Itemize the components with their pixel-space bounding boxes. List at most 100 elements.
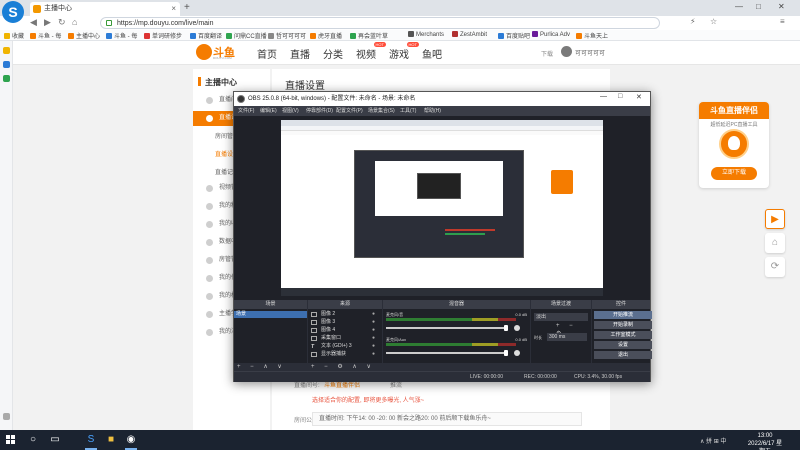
settings-button[interactable]: 设置: [594, 341, 652, 349]
start-recording-button[interactable]: 开始录制: [594, 321, 652, 329]
clock-icon[interactable]: [3, 75, 10, 82]
nav-home[interactable]: 首页: [257, 46, 277, 61]
cpu-status: CPU: 3.4%, 30.00 fps: [574, 374, 623, 380]
source-item[interactable]: 图像 2 ●: [311, 311, 375, 318]
task-view-icon[interactable]: ▭: [48, 433, 62, 447]
promo-download-button[interactable]: 立即下载: [711, 167, 757, 180]
bookmark-item[interactable]: 单词研修步: [144, 31, 182, 40]
url-text[interactable]: https://mp.douyu.com/live/main: [117, 18, 214, 29]
volume-slider[interactable]: [386, 350, 508, 356]
bookmark-item[interactable]: 问鼎CC直播: [226, 31, 267, 40]
bookmark-item[interactable]: ZestAmbit: [452, 31, 487, 38]
obs-window[interactable]: OBS 25.0.8 (64-bit, windows) - 配置文件: 未命名…: [233, 91, 652, 382]
nav-yuba[interactable]: 鱼吧: [422, 46, 442, 61]
douyu-logo[interactable]: 斗鱼 DOUYU.COM: [196, 43, 238, 61]
refresh-icon[interactable]: ↻: [58, 17, 66, 28]
bookmark-item[interactable]: Merchants: [408, 31, 444, 38]
download-link[interactable]: 下载: [541, 49, 553, 58]
menu-dot-icon: [206, 257, 213, 264]
obs-menu-edit[interactable]: 编辑(E): [260, 107, 277, 114]
search-icon[interactable]: ○: [26, 433, 40, 447]
refresh-icon[interactable]: ⟳: [765, 257, 785, 277]
file-explorer-icon[interactable]: ■: [104, 433, 118, 447]
obs-titlebar[interactable]: OBS 25.0.8 (64-bit, windows) - 配置文件: 未命名…: [234, 92, 650, 106]
home-icon[interactable]: ⌂: [72, 17, 77, 27]
bookmark-item[interactable]: 哲可可可可: [268, 31, 306, 40]
nav-game[interactable]: 游戏 HOT: [389, 42, 419, 61]
source-item[interactable]: 图像 3 ●: [311, 319, 375, 326]
settings-icon[interactable]: [3, 413, 10, 420]
bookmark-item[interactable]: 再会蓝叶草: [350, 31, 388, 40]
windows-start-icon[interactable]: [6, 435, 16, 445]
forward-icon[interactable]: ▶: [44, 17, 51, 28]
obs-menu-docks[interactable]: 停靠部件(D): [306, 107, 333, 114]
exit-button[interactable]: 退出: [594, 351, 652, 359]
browser-taskbar-icon[interactable]: S: [84, 433, 98, 450]
studio-mode-button[interactable]: 工作室模式: [594, 331, 652, 339]
bookmark-item[interactable]: 虎牙直播: [310, 31, 342, 40]
duration-input[interactable]: 300 ms: [547, 333, 587, 341]
nav-video[interactable]: 视频 HOT: [356, 42, 386, 61]
companion-promo-card[interactable]: 斗鱼直播伴侣 超低延迟PC直播工具 立即下载: [699, 102, 769, 188]
new-tab-button[interactable]: +: [184, 2, 190, 13]
transition-toolbar[interactable]: + − ⚙: [531, 322, 591, 337]
obs-menu-profile[interactable]: 配置文件(P): [336, 107, 363, 114]
browser-logo-icon[interactable]: S: [2, 1, 24, 23]
start-streaming-button[interactable]: 开始推流: [594, 311, 652, 319]
mixer-settings-gear-icon[interactable]: [514, 325, 520, 331]
obs-minimize-button[interactable]: —: [600, 93, 607, 100]
bookmark-item[interactable]: 百度翻译: [190, 31, 222, 40]
star-icon[interactable]: [3, 47, 10, 54]
notice-input[interactable]: 直播时间: 下午14: 00 -20: 00 新会之路20: 00 前后顺下载鱼…: [312, 412, 582, 426]
volume-slider[interactable]: [386, 325, 508, 331]
bookmark-item[interactable]: 斗鱼 - 每: [30, 31, 61, 40]
menu-icon[interactable]: ≡: [780, 17, 785, 26]
source-item[interactable]: 显示器捕获 ●: [311, 351, 375, 358]
username[interactable]: 可可可可可: [575, 48, 605, 57]
obs-close-button[interactable]: ✕: [636, 93, 642, 101]
mixer-settings-gear-icon[interactable]: [514, 350, 520, 356]
bookmark-item[interactable]: 斗鱼天上: [576, 31, 608, 40]
obs-menubar: 文件(F) 编辑(E) 视图(V) 停靠部件(D) 配置文件(P) 场景集合(S…: [234, 106, 650, 116]
bookmark-item[interactable]: 主播中心: [68, 31, 100, 40]
hot-badge: HOT: [373, 42, 386, 47]
play-icon[interactable]: ▶: [765, 209, 785, 229]
bookmark-item[interactable]: 百度贴吧: [498, 31, 530, 40]
source-item[interactable]: T 文本 (GDI+) 3 ●: [311, 343, 375, 350]
obs-preview[interactable]: [234, 116, 650, 300]
obs-taskbar-icon[interactable]: ◉: [124, 433, 138, 450]
close-window-button[interactable]: ✕: [778, 2, 785, 11]
nav-category[interactable]: 分类: [323, 46, 343, 61]
home-icon[interactable]: ⌂: [765, 233, 785, 253]
scenes-toolbar[interactable]: + − ∧ ∨: [234, 363, 307, 371]
obs-menu-tools[interactable]: 工具(T): [400, 107, 416, 114]
bookmark-item[interactable]: 斗鱼 - 每: [106, 31, 137, 40]
obs-menu-help[interactable]: 帮助(H): [424, 107, 441, 114]
duration-label: 时长: [534, 335, 542, 340]
avatar[interactable]: [561, 46, 572, 57]
favorite-star-icon[interactable]: ☆: [710, 17, 717, 26]
source-item[interactable]: 采集窗口 ●: [311, 335, 375, 342]
minimize-button[interactable]: —: [735, 2, 743, 11]
sources-toolbar[interactable]: + − ⚙ ∧ ∨: [308, 363, 382, 371]
obs-logo-icon: [237, 95, 245, 103]
back-icon[interactable]: ◀: [30, 17, 37, 28]
tab-close-icon[interactable]: ×: [171, 2, 176, 16]
browser-tab[interactable]: 主播中心 ×: [30, 2, 180, 16]
nav-live[interactable]: 直播: [290, 46, 310, 61]
maximize-button[interactable]: □: [756, 2, 761, 11]
source-item[interactable]: 图像 4 ●: [311, 327, 375, 334]
transition-select[interactable]: 淡出: [534, 313, 588, 321]
obs-menu-view[interactable]: 视图(V): [282, 107, 299, 114]
scene-item[interactable]: 场景: [234, 311, 307, 318]
system-tray[interactable]: ∧ 拼 ⊞ 中: [700, 436, 726, 445]
obs-menu-file[interactable]: 文件(F): [238, 107, 254, 114]
bookmark-item[interactable]: 收藏: [4, 31, 24, 40]
app-icon[interactable]: [3, 61, 10, 68]
lightning-icon[interactable]: ⚡: [690, 17, 696, 26]
bookmark-item[interactable]: Purlica Adv: [532, 31, 570, 38]
obs-menu-scenes[interactable]: 场景集合(S): [368, 107, 395, 114]
taskbar-clock[interactable]: 13:00 2022/6/17 星期五: [745, 432, 785, 450]
address-bar[interactable]: https://mp.douyu.com/live/main: [100, 17, 660, 29]
obs-maximize-button[interactable]: □: [618, 93, 622, 100]
